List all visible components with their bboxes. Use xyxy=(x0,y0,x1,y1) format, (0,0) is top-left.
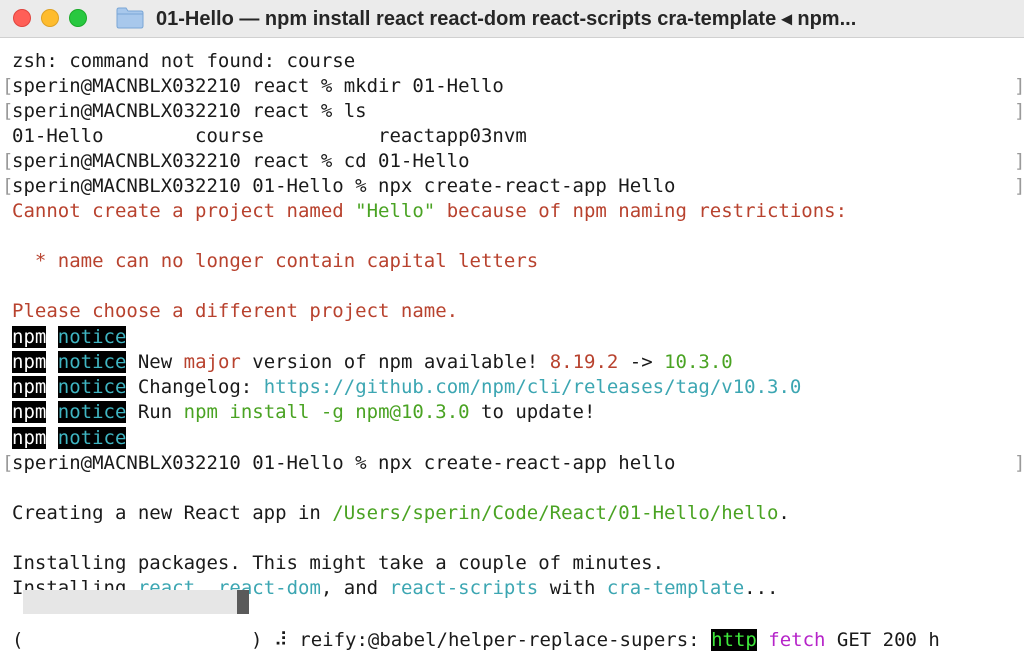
terminal-output[interactable]: zsh: command not found: course [ sperin@… xyxy=(0,38,1024,662)
arrow-text: -> xyxy=(618,351,665,373)
prompt-line: sperin@MACNBLX032210 react % cd 01-Hello xyxy=(12,150,470,172)
npm-badge: npm xyxy=(12,427,47,449)
notice-badge: notice xyxy=(57,376,127,398)
npm-notice-line: npm notice xyxy=(12,325,127,350)
notice-badge: notice xyxy=(57,326,127,348)
npm-notice-line: npm notice New major version of npm avai… xyxy=(12,350,733,375)
project-name-text: "Hello" xyxy=(355,200,436,222)
update-command: npm install -g npm@10.3.0 xyxy=(183,401,470,423)
mark-bracket-right: ] xyxy=(1014,451,1024,476)
package-name: cra-template xyxy=(606,577,745,599)
mark-bracket-right: ] xyxy=(1014,74,1024,99)
mark-bracket-right: ] xyxy=(1014,174,1024,199)
folder-icon xyxy=(116,7,144,29)
app-path: /Users/sperin/Code/React/01-Hello/hello xyxy=(332,502,779,524)
output-line: Creating a new React app in /Users/speri… xyxy=(12,501,790,526)
old-version: 8.19.2 xyxy=(549,351,619,373)
progress-open-paren: ( xyxy=(12,629,24,651)
error-line: Cannot create a project named "Hello" be… xyxy=(12,199,847,224)
npm-badge: npm xyxy=(12,376,47,398)
npm-badge: npm xyxy=(12,351,47,373)
error-line: Please choose a different project name. xyxy=(12,300,459,322)
notice-badge: notice xyxy=(57,427,127,449)
close-window-button[interactable] xyxy=(13,9,31,27)
notice-badge: notice xyxy=(57,351,127,373)
progress-bar xyxy=(23,590,249,614)
error-text: Cannot create a project named xyxy=(12,200,356,222)
npm-badge: npm xyxy=(12,326,47,348)
output-line: 01-Hello course reactapp03nvm xyxy=(12,125,527,147)
package-name: react-scripts xyxy=(389,577,539,599)
prompt-line: sperin@MACNBLX032210 01-Hello % npx crea… xyxy=(12,452,676,474)
major-text: major xyxy=(183,351,241,373)
title-bar: 01-Hello — npm install react react-dom r… xyxy=(0,0,1024,38)
new-version: 10.3.0 xyxy=(664,351,733,373)
prompt-line: sperin@MACNBLX032210 react % ls xyxy=(12,100,367,122)
output-text: , and xyxy=(320,577,390,599)
npm-notice-line: npm notice xyxy=(12,426,127,451)
notice-badge: notice xyxy=(57,401,127,423)
notice-text: Run xyxy=(126,401,184,423)
notice-text: version of npm available! xyxy=(240,351,550,373)
notice-text: Changelog: xyxy=(126,376,264,398)
minimize-window-button[interactable] xyxy=(41,9,59,27)
mark-bracket-right: ] xyxy=(1014,149,1024,174)
npm-notice-line: npm notice Changelog: https://github.com… xyxy=(12,375,801,400)
spinner-icon: ⠼ xyxy=(262,629,300,651)
fetch-status: GET 200 h xyxy=(825,629,940,651)
error-text: because of npm naming restrictions: xyxy=(435,200,848,222)
npm-notice-line: npm notice Run npm install -g npm@10.3.0… xyxy=(12,400,595,425)
notice-text: New xyxy=(126,351,184,373)
output-line: Installing packages. This might take a c… xyxy=(12,552,665,574)
progress-status-line: ) ⠼ reify:@babel/helper-replace-supers: … xyxy=(251,628,940,653)
fetch-text: fetch xyxy=(768,629,826,651)
terminal-window: 01-Hello — npm install react react-dom r… xyxy=(0,0,1024,662)
mark-bracket-right: ] xyxy=(1014,99,1024,124)
http-badge: http xyxy=(711,629,757,651)
output-line: zsh: command not found: course xyxy=(12,50,356,72)
output-text: ... xyxy=(744,577,779,599)
prompt-line: sperin@MACNBLX032210 react % mkdir 01-He… xyxy=(12,75,504,97)
reify-message: reify:@babel/helper-replace-supers: xyxy=(299,629,712,651)
output-text: Creating a new React app in xyxy=(12,502,333,524)
window-title: 01-Hello — npm install react react-dom r… xyxy=(156,8,857,30)
progress-close-paren: ) xyxy=(251,629,263,651)
error-detail-line: * name can no longer contain capital let… xyxy=(12,250,539,272)
changelog-link[interactable]: https://github.com/npm/cli/releases/tag/… xyxy=(264,376,802,398)
output-text: . xyxy=(778,502,790,524)
prompt-line: sperin@MACNBLX032210 01-Hello % npx crea… xyxy=(12,175,676,197)
progress-bar-fill xyxy=(237,590,249,614)
output-text: with xyxy=(538,577,607,599)
notice-text: to update! xyxy=(469,401,596,423)
zoom-window-button[interactable] xyxy=(69,9,87,27)
npm-badge: npm xyxy=(12,401,47,423)
